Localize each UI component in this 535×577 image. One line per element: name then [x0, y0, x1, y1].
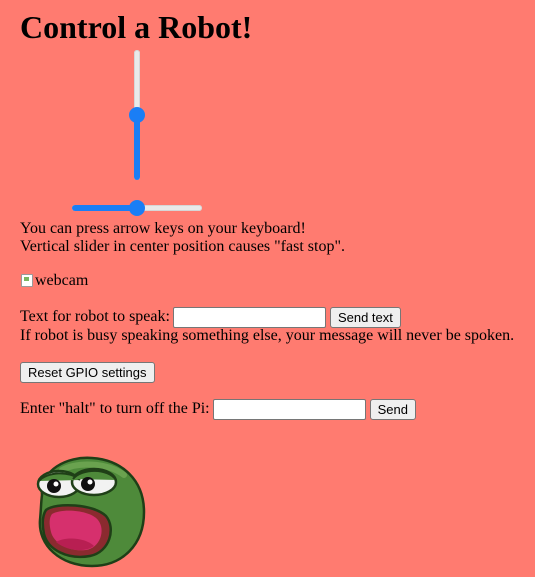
reset-gpio-button[interactable]: Reset GPIO settings [20, 361, 155, 383]
vertical-slider-fill [134, 115, 140, 180]
webcam-alt-text: webcam [35, 272, 89, 289]
reset-form: Reset GPIO settings [20, 361, 155, 383]
horizontal-slider-fill [72, 205, 137, 211]
page-title: Control a Robot! [20, 9, 253, 45]
frog-face-icon [36, 456, 146, 568]
speak-busy-note: If robot is busy speaking something else… [20, 327, 515, 344]
horizontal-slider[interactable] [72, 200, 202, 216]
speak-form: Text for robot to speak: Send text [20, 306, 401, 328]
halt-input[interactable] [212, 398, 366, 420]
vertical-slider[interactable] [129, 50, 145, 180]
speak-text-input[interactable] [172, 306, 326, 328]
halt-form: Enter "halt" to turn off the Pi: Send [20, 398, 416, 420]
broken-image-icon [20, 273, 34, 287]
help-text-arrow-keys: You can press arrow keys on your keyboar… [20, 220, 306, 237]
send-halt-button[interactable]: Send [369, 398, 416, 420]
halt-label: Enter "halt" to turn off the Pi: [20, 400, 210, 417]
help-text-fast-stop: Vertical slider in center position cause… [20, 238, 345, 255]
speak-label: Text for robot to speak: [20, 308, 170, 325]
vertical-slider-thumb[interactable] [129, 107, 145, 123]
horizontal-slider-thumb[interactable] [129, 200, 145, 216]
send-text-button[interactable]: Send text [329, 306, 401, 328]
webcam-image: webcam [20, 272, 88, 290]
